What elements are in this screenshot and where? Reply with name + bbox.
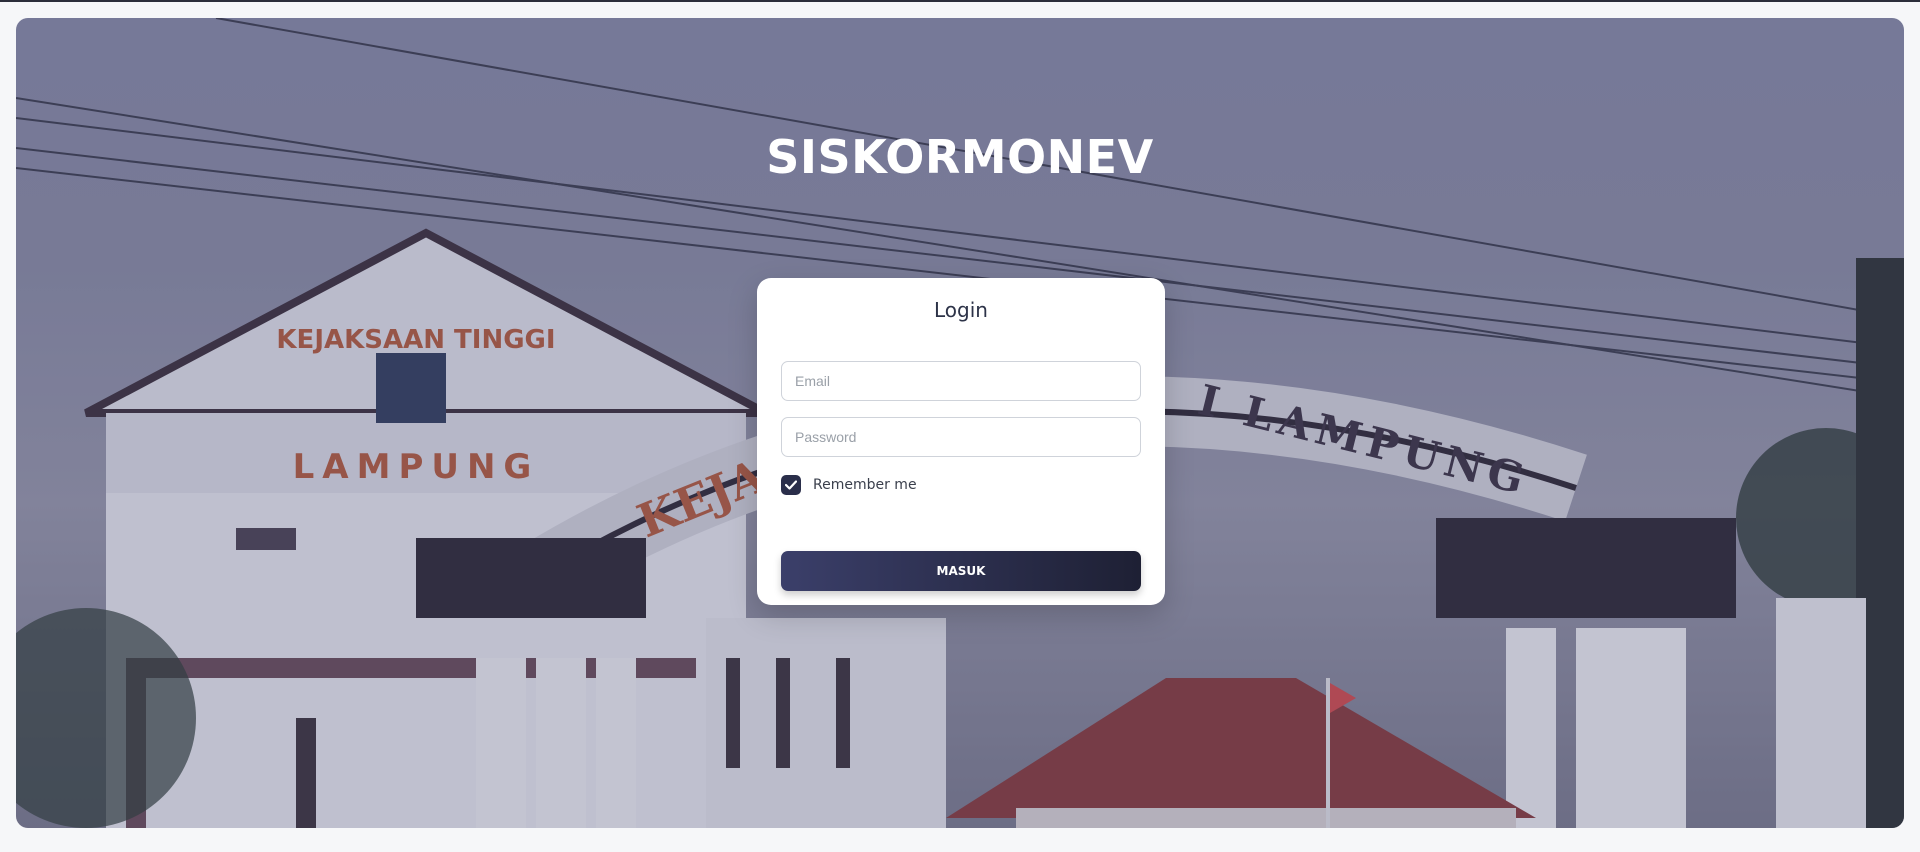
login-submit-button[interactable]: MASUK [781, 551, 1141, 591]
login-title: Login [934, 298, 988, 322]
hero-background: KEJAKSAAN TINGGI LAMPUNG KEJA I LAMPUNG … [16, 18, 1904, 828]
password-field[interactable] [781, 417, 1141, 457]
remember-label: Remember me [813, 477, 917, 493]
top-border [0, 0, 1920, 2]
app-title: SISKORMONEV [766, 130, 1154, 184]
remember-checkbox[interactable] [781, 475, 801, 495]
remember-me[interactable]: Remember me [781, 475, 917, 495]
check-icon [785, 480, 797, 490]
login-card: Login Remember me MASUK [757, 278, 1165, 605]
email-field[interactable] [781, 361, 1141, 401]
